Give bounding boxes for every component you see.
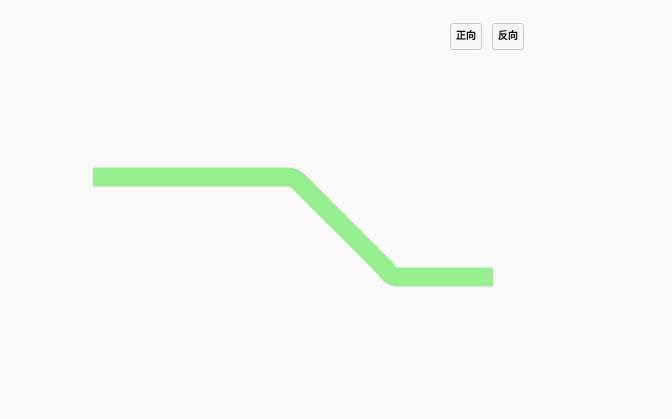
animation-stage: 正向 反向 bbox=[0, 0, 672, 419]
path-canvas bbox=[93, 167, 493, 287]
motion-path bbox=[93, 167, 493, 287]
